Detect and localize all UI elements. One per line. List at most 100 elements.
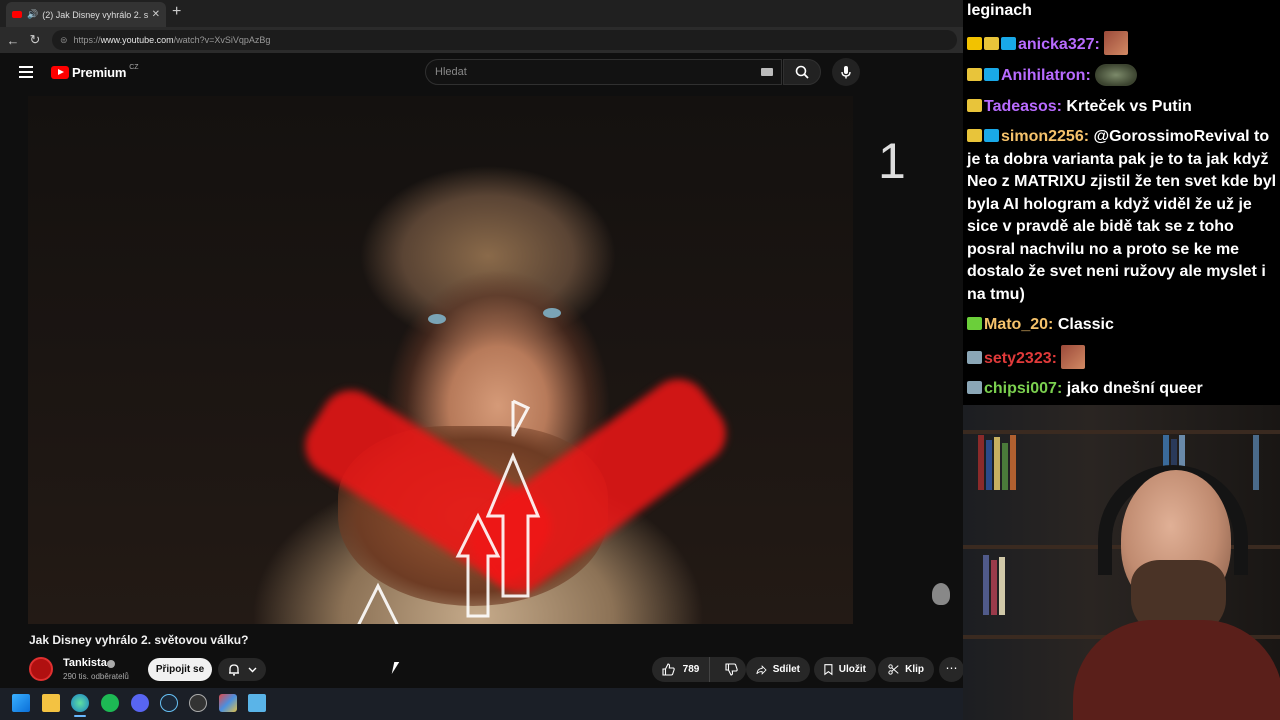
share-button[interactable]: Sdílet xyxy=(746,657,810,682)
like-icon xyxy=(662,663,675,676)
cube-badge-icon xyxy=(984,68,999,81)
cube-badge-icon xyxy=(984,129,999,142)
like-dislike-group: 789 xyxy=(652,657,746,682)
plus-icon[interactable]: + xyxy=(172,3,181,21)
site-info-icon[interactable]: ⊜ xyxy=(60,35,68,46)
emote-icon xyxy=(1061,344,1086,369)
speaker-icon[interactable]: 🔊 xyxy=(27,9,38,20)
video-overlay-number: 1 xyxy=(878,133,906,189)
chevron-down-icon xyxy=(248,667,256,672)
book xyxy=(978,435,984,490)
clip-icon xyxy=(888,664,899,675)
tab-title: (2) Jak Disney vyhrálo 2. světo xyxy=(42,9,148,20)
edge-browser-icon[interactable] xyxy=(71,694,89,717)
browser-window: 🔊 (2) Jak Disney vyhrálo 2. světo ✕ + ← … xyxy=(0,0,964,688)
chat-text: leginach xyxy=(967,2,1032,19)
join-button[interactable]: Připojit se xyxy=(148,658,212,681)
browser-tab[interactable]: 🔊 (2) Jak Disney vyhrálo 2. světo ✕ xyxy=(6,2,166,27)
youtube-header: Premium CZ xyxy=(0,53,963,93)
dislike-button[interactable] xyxy=(716,663,746,676)
mic-icon xyxy=(841,66,851,79)
bits-badge-icon xyxy=(967,350,982,364)
cube-badge-icon xyxy=(1001,36,1016,50)
tab-bar: 🔊 (2) Jak Disney vyhrálo 2. světo ✕ + xyxy=(0,0,963,27)
save-icon xyxy=(824,664,833,676)
url-host: www.youtube.com xyxy=(100,35,174,45)
obs-icon[interactable] xyxy=(189,694,207,712)
youtube-tab-icon xyxy=(12,11,22,18)
channel-subscribers: 290 tis. odběratelů xyxy=(63,672,129,681)
chat-username[interactable]: chipsi007 xyxy=(984,380,1057,397)
url-prefix: https:// xyxy=(73,35,101,45)
bookshelf xyxy=(963,430,1280,434)
channel-name[interactable]: Tankista xyxy=(63,657,107,669)
channel-avatar[interactable] xyxy=(29,657,53,681)
like-count: 789 xyxy=(682,664,700,675)
chat-message: leginach xyxy=(967,0,1280,23)
url-field[interactable]: ⊜ https://www.youtube.com/watch?v=XvSiVq… xyxy=(52,30,957,50)
chat-message: sety2323: xyxy=(967,344,1280,371)
brand-text: Premium xyxy=(72,65,127,80)
castle-outline-graphic xyxy=(357,399,541,624)
address-bar: ← ↻ ⊜ https://www.youtube.com/watch?v=Xv… xyxy=(0,27,963,53)
search-icon xyxy=(795,65,809,79)
discord-icon[interactable] xyxy=(131,694,149,712)
video-frame-eye xyxy=(428,314,446,324)
youtube-play-icon xyxy=(51,66,69,79)
stream-chat: leginach anicka327: Anihilatron: Tadeaso… xyxy=(963,0,1280,405)
crown-badge-icon xyxy=(967,36,982,50)
steam-icon[interactable] xyxy=(160,694,178,712)
book xyxy=(1010,435,1016,490)
chat-message: anicka327: xyxy=(967,30,1280,57)
video-title: Jak Disney vyhrálo 2. světovou válku? xyxy=(29,633,249,647)
search-button[interactable] xyxy=(783,59,821,85)
chat-message: Tadeasos: Krteček vs Putin xyxy=(967,96,1280,119)
spotify-icon[interactable] xyxy=(101,694,119,712)
chat-username[interactable]: Anihilatron xyxy=(1001,67,1085,84)
chat-username[interactable]: sety2323 xyxy=(984,350,1052,367)
share-icon xyxy=(756,664,767,675)
channel-watermark[interactable] xyxy=(932,583,950,605)
verified-icon xyxy=(107,660,115,668)
back-icon[interactable]: ← xyxy=(2,33,24,48)
region-code: CZ xyxy=(129,64,139,71)
save-button[interactable]: Uložit xyxy=(814,657,876,682)
bits-badge-icon xyxy=(967,98,982,112)
chat-username[interactable]: Tadeasos xyxy=(984,98,1057,115)
streamer-shirt xyxy=(1073,620,1280,720)
chat-username[interactable]: Mato_20 xyxy=(984,316,1048,333)
clip-label: Klip xyxy=(905,664,924,675)
clip-button[interactable]: Klip xyxy=(878,657,934,682)
search-input[interactable] xyxy=(426,60,781,84)
chat-text: @GorossimoRevival to je ta dobra variant… xyxy=(967,128,1277,303)
notepad-icon[interactable] xyxy=(248,694,266,712)
taskbar xyxy=(0,688,963,720)
more-icon[interactable]: ⋯ xyxy=(939,657,964,682)
file-explorer-icon[interactable] xyxy=(42,694,60,712)
mouse-cursor xyxy=(391,662,400,674)
reload-icon[interactable]: ↻ xyxy=(24,32,46,48)
book xyxy=(1253,435,1259,490)
book xyxy=(994,437,1000,490)
close-icon[interactable]: ✕ xyxy=(152,9,160,20)
bell-icon xyxy=(228,664,239,676)
video-player[interactable] xyxy=(28,96,853,624)
chat-message: Mato_20: Classic xyxy=(967,314,1280,337)
like-button[interactable]: 789 xyxy=(652,657,710,682)
chat-username[interactable]: simon2256 xyxy=(1001,128,1084,145)
windows-start-icon[interactable] xyxy=(12,694,30,712)
video-frame-eye xyxy=(543,308,561,318)
bits-badge-icon xyxy=(967,129,982,142)
chat-message: Anihilatron: xyxy=(967,64,1280,88)
menu-icon[interactable] xyxy=(19,66,33,78)
bits-badge-icon xyxy=(967,381,982,394)
app-icon[interactable] xyxy=(219,694,237,712)
chat-username[interactable]: anicka327 xyxy=(1018,36,1095,53)
youtube-logo[interactable]: Premium CZ xyxy=(51,64,139,80)
mic-button[interactable] xyxy=(832,58,860,86)
chat-text: Classic xyxy=(1057,316,1114,333)
keyboard-icon[interactable] xyxy=(761,68,773,76)
subscription-bell-button[interactable] xyxy=(218,658,266,681)
bits-badge-icon xyxy=(967,68,982,81)
book xyxy=(999,557,1005,615)
